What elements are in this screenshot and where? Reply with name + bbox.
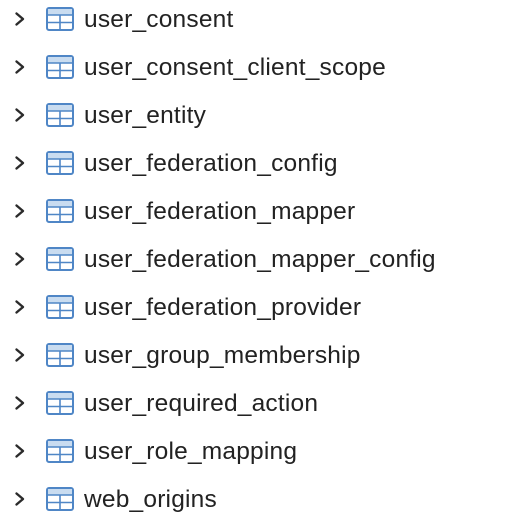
table-icon [46, 391, 74, 415]
tree-item[interactable]: user_federation_mapper [0, 187, 526, 235]
table-icon [46, 55, 74, 79]
table-icon [46, 151, 74, 175]
tree-item[interactable]: user_federation_provider [0, 283, 526, 331]
chevron-right-icon[interactable] [13, 11, 27, 27]
chevron-right-icon[interactable] [13, 107, 27, 123]
tree-item[interactable]: user_required_action [0, 379, 526, 427]
chevron-right-icon[interactable] [13, 203, 27, 219]
tree-item-label: user_required_action [84, 390, 319, 417]
tree-item[interactable]: user_federation_config [0, 139, 526, 187]
table-icon [46, 343, 74, 367]
tree-item[interactable]: user_federation_mapper_config [0, 235, 526, 283]
tree-item[interactable]: user_group_membership [0, 331, 526, 379]
tree-item-label: user_federation_mapper [84, 198, 356, 225]
chevron-right-icon[interactable] [13, 347, 27, 363]
tree-item-label: user_consent [84, 6, 234, 33]
table-icon [46, 439, 74, 463]
table-icon [46, 7, 74, 31]
tree-item[interactable]: web_origins [0, 475, 526, 523]
chevron-right-icon[interactable] [13, 251, 27, 267]
tree-item-label: user_federation_mapper_config [84, 246, 436, 273]
table-icon [46, 247, 74, 271]
tree-item[interactable]: user_role_mapping [0, 427, 526, 475]
table-tree: user_consent user_consent_client_scope u… [0, 0, 526, 523]
chevron-right-icon[interactable] [13, 443, 27, 459]
table-icon [46, 199, 74, 223]
tree-item-label: user_entity [84, 102, 207, 129]
tree-item[interactable]: user_consent [0, 0, 526, 43]
chevron-right-icon[interactable] [13, 491, 27, 507]
table-icon [46, 103, 74, 127]
tree-item-label: user_group_membership [84, 342, 361, 369]
chevron-right-icon[interactable] [13, 395, 27, 411]
tree-item-label: user_federation_provider [84, 294, 362, 321]
tree-item-label: web_origins [84, 486, 217, 513]
chevron-right-icon[interactable] [13, 155, 27, 171]
tree-item[interactable]: user_consent_client_scope [0, 43, 526, 91]
table-icon [46, 295, 74, 319]
tree-item-label: user_role_mapping [84, 438, 298, 465]
tree-item-label: user_consent_client_scope [84, 54, 386, 81]
tree-item[interactable]: user_entity [0, 91, 526, 139]
tree-item-label: user_federation_config [84, 150, 338, 177]
table-icon [46, 487, 74, 511]
chevron-right-icon[interactable] [13, 59, 27, 75]
chevron-right-icon[interactable] [13, 299, 27, 315]
